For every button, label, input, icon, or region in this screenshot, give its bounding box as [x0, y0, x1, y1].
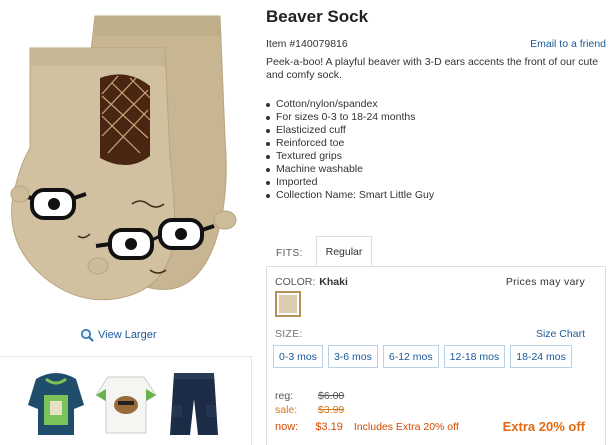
color-label: COLOR:	[275, 276, 316, 288]
list-item: Cotton/nylon/spandex	[266, 98, 434, 111]
now-price-row: now: $3.19 Includes Extra 20% off	[275, 421, 459, 433]
list-item: Machine washable	[266, 163, 434, 176]
size-button[interactable]: 18-24 mos	[510, 345, 572, 368]
product-description: Peek-a-boo! A playful beaver with 3-D ea…	[266, 56, 599, 81]
now-price: $3.19	[315, 421, 343, 433]
related-thumb-hoodie[interactable]	[22, 365, 90, 441]
item-number: Item #140079816	[266, 38, 348, 50]
sale-price: $3.99	[318, 404, 345, 416]
size-options: 0-3 mos 3-6 mos 6-12 mos 12-18 mos 18-24…	[273, 345, 572, 368]
product-title: Beaver Sock	[266, 7, 369, 26]
bullet-icon	[266, 193, 270, 198]
related-thumb-tee[interactable]	[92, 365, 160, 441]
list-item: Elasticized cuff	[266, 124, 434, 137]
sale-price-row: sale: $3.99	[275, 404, 344, 416]
regular-price-row: reg: $6.00	[275, 390, 344, 402]
size-label: SIZE:	[275, 328, 303, 340]
size-chart-link[interactable]: Size Chart	[536, 328, 585, 340]
related-products	[0, 356, 252, 445]
fits-label: FITS:	[276, 248, 303, 259]
now-price-label: now:	[275, 421, 299, 433]
size-button[interactable]: 0-3 mos	[273, 345, 323, 368]
bullet-icon	[266, 102, 270, 107]
magnifier-icon	[81, 329, 94, 342]
related-thumb-pants[interactable]	[160, 365, 228, 441]
list-item: Reinforced toe	[266, 137, 434, 150]
bullet-icon	[266, 180, 270, 185]
bullet-icon	[266, 128, 270, 133]
list-item: For sizes 0-3 to 18-24 months	[266, 111, 434, 124]
list-item: Collection Name: Smart Little Guy	[266, 189, 434, 202]
view-larger-label: View Larger	[98, 329, 157, 341]
list-item: Imported	[266, 176, 434, 189]
swatch-fill	[279, 295, 297, 313]
fits-tabs: FITS: Regular	[266, 236, 606, 267]
extra-discount-badge: Extra 20% off	[502, 419, 585, 434]
view-larger-link[interactable]: View Larger	[80, 328, 157, 342]
bullet-icon	[266, 167, 270, 172]
sale-price-label: sale:	[275, 404, 298, 416]
prices-vary-note: Prices may vary	[505, 276, 585, 288]
regular-price: $6.00	[318, 390, 345, 402]
list-item: Textured grips	[266, 150, 434, 163]
size-button[interactable]: 6-12 mos	[382, 345, 439, 368]
options-panel: COLOR: Khaki Prices may vary SIZE: Size C…	[266, 266, 606, 445]
includes-discount-note: Includes Extra 20% off	[353, 421, 459, 433]
bullet-icon	[266, 154, 270, 159]
regular-price-label: reg:	[275, 390, 294, 402]
email-friend-link[interactable]: Email to a friend	[530, 38, 606, 50]
tab-regular[interactable]: Regular	[316, 236, 372, 267]
color-swatch-khaki[interactable]	[275, 291, 301, 317]
bullet-icon	[266, 115, 270, 120]
product-details: Beaver Sock Item #140079816 Email to a f…	[266, 0, 614, 445]
product-gallery: View Larger	[0, 0, 260, 445]
color-value: Khaki	[319, 276, 348, 288]
size-button[interactable]: 3-6 mos	[327, 345, 378, 368]
color-row: COLOR: Khaki	[275, 276, 348, 288]
size-button[interactable]: 12-18 mos	[443, 345, 506, 368]
product-image[interactable]	[0, 8, 256, 323]
bullet-icon	[266, 141, 270, 146]
feature-list: Cotton/nylon/spandex For sizes 0-3 to 18…	[266, 98, 434, 202]
